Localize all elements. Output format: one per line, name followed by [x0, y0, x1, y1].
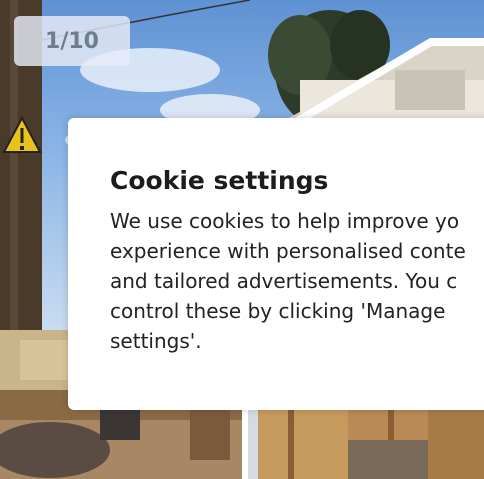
cookie-message-line: settings'.	[110, 329, 202, 353]
cookie-message-line: control these by clicking 'Manage	[110, 299, 446, 323]
image-counter: 1/10	[14, 16, 130, 66]
cookie-message-line: We use cookies to help improve yo	[110, 209, 460, 233]
cookie-message-line: experience with personalised conte	[110, 239, 466, 263]
cookie-dialog-message: We use cookies to help improve yo experi…	[110, 206, 484, 356]
cookie-settings-dialog: Cookie settings We use cookies to help i…	[68, 118, 484, 410]
cookie-message-line: and tailored advertisements. You c	[110, 269, 458, 293]
cookie-dialog-title: Cookie settings	[110, 166, 329, 195]
